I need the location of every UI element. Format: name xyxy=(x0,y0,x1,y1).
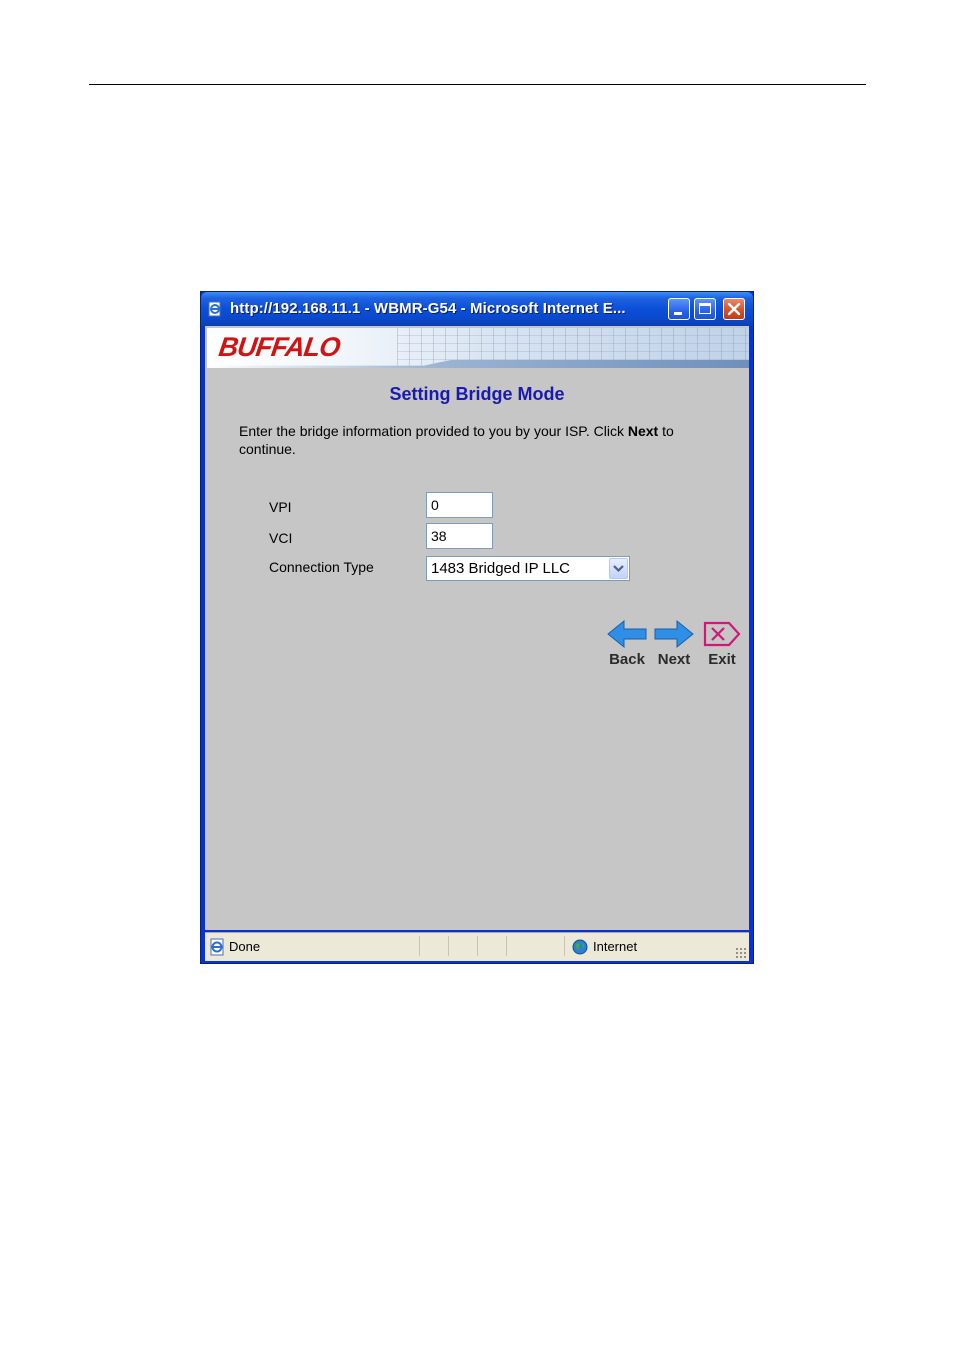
instruction-next-emphasis: Next xyxy=(627,423,659,439)
back-arrow-icon xyxy=(607,619,647,649)
status-divider xyxy=(448,936,449,956)
internet-globe-icon xyxy=(572,939,588,955)
instruction-text: Enter the bridge information provided to… xyxy=(239,423,674,457)
buffalo-banner: BUFFALO xyxy=(207,328,749,368)
vpi-label: VPI xyxy=(269,499,292,515)
connection-type-label: Connection Type xyxy=(269,559,374,575)
buffalo-logo: BUFFALO xyxy=(216,332,342,362)
connection-type-value: 1483 Bridged IP LLC xyxy=(431,560,570,577)
connection-type-select[interactable]: 1483 Bridged IP LLC xyxy=(426,556,630,581)
page-done-icon xyxy=(210,938,224,956)
chevron-down-icon xyxy=(613,565,624,573)
title-bar[interactable]: http://192.168.11.1 - WBMR-G54 - Microso… xyxy=(201,292,753,326)
vci-input[interactable] xyxy=(426,523,493,549)
page-title: Setting Bridge Mode xyxy=(389,384,565,404)
page-header-rule xyxy=(89,84,866,85)
maximize-button[interactable] xyxy=(694,298,716,320)
browser-window: http://192.168.11.1 - WBMR-G54 - Microso… xyxy=(200,291,754,964)
resize-grip[interactable] xyxy=(735,947,747,959)
security-zone-text: Internet xyxy=(593,939,638,954)
status-text: Done xyxy=(229,939,261,954)
next-button[interactable]: Next xyxy=(651,619,697,671)
vpi-input[interactable] xyxy=(426,492,493,518)
close-icon xyxy=(727,302,741,316)
dropdown-button[interactable] xyxy=(609,558,628,579)
next-arrow-icon xyxy=(654,619,694,649)
exit-label: Exit xyxy=(708,651,736,668)
minimize-button[interactable] xyxy=(668,298,690,320)
next-label: Next xyxy=(657,651,691,668)
status-divider xyxy=(564,936,565,956)
vci-label: VCI xyxy=(269,530,293,546)
status-bar: Done Internet xyxy=(205,932,749,961)
status-divider xyxy=(477,936,478,956)
ie-page-icon xyxy=(208,301,221,317)
back-button[interactable]: Back xyxy=(604,619,650,671)
status-divider xyxy=(419,936,420,956)
window-title: http://192.168.11.1 - WBMR-G54 - Microso… xyxy=(230,300,626,317)
back-label: Back xyxy=(609,651,645,668)
exit-icon xyxy=(703,621,741,647)
exit-button[interactable]: Exit xyxy=(699,619,745,671)
status-divider xyxy=(506,936,507,956)
close-button[interactable] xyxy=(723,298,745,320)
